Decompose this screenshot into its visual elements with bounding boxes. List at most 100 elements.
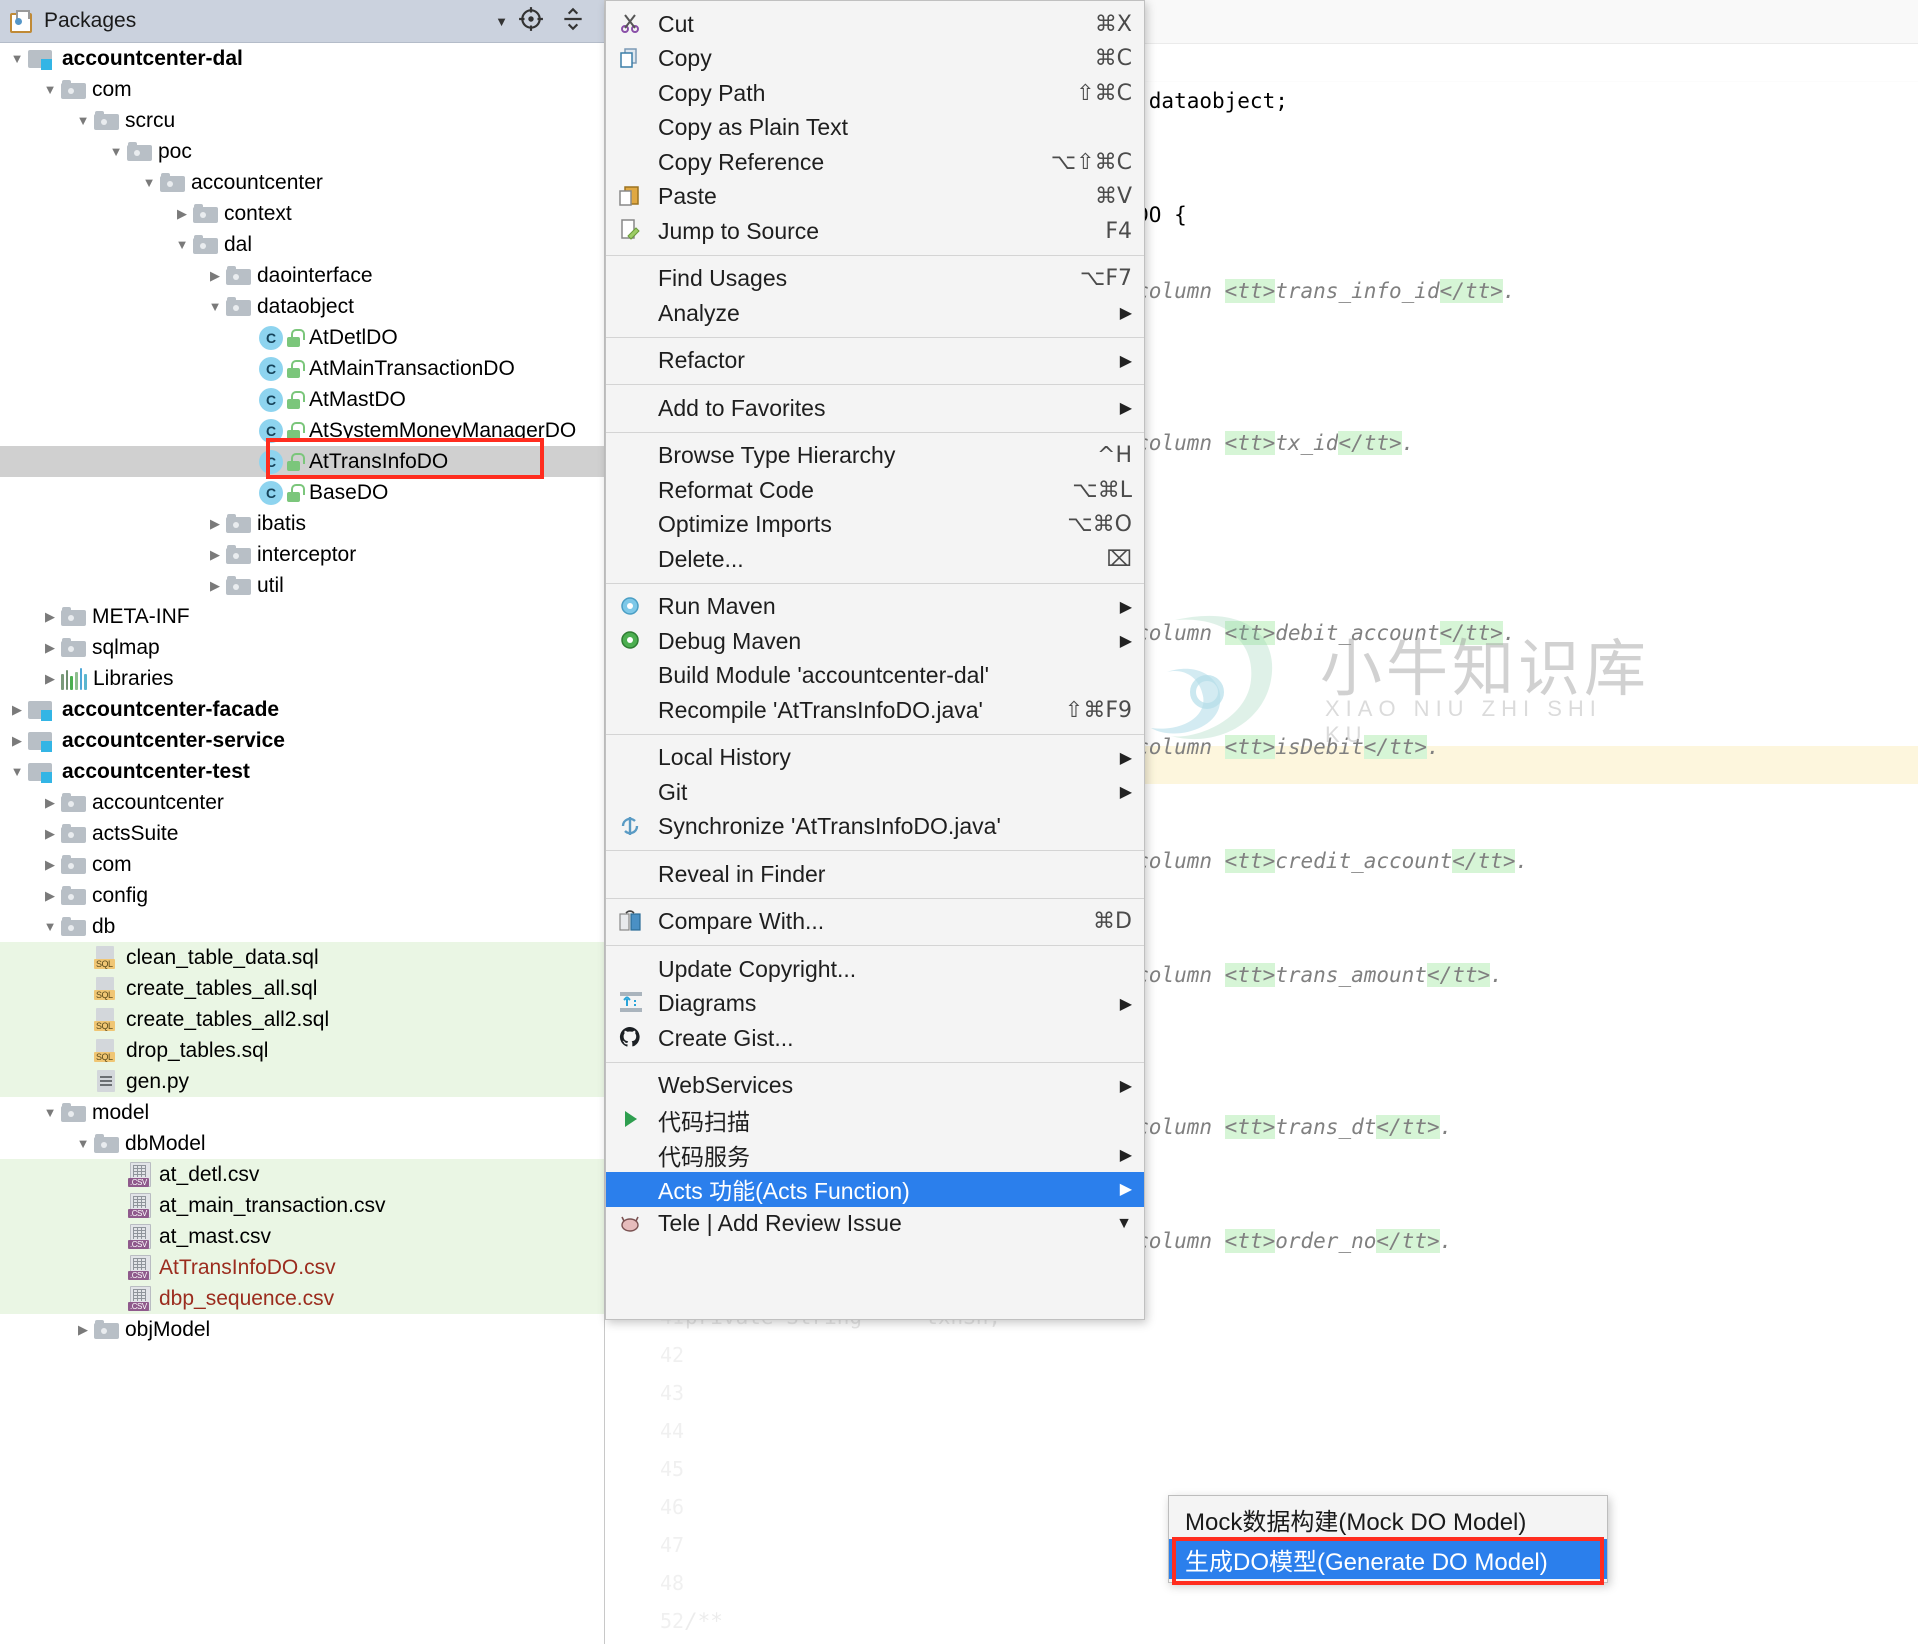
tree-item-accountcenter-dal[interactable]: ▼ accountcenter-dal (0, 43, 604, 74)
tree-item-dbmodel[interactable]: ▼ dbModel (0, 1128, 604, 1159)
menu-item-copy-path[interactable]: Copy Path ⇧⌘C (606, 76, 1144, 111)
chevron-down-icon[interactable]: ▼ (105, 144, 127, 159)
chevron-down-icon[interactable]: ▼ (39, 82, 61, 97)
chevron-right-icon[interactable]: ▶ (39, 857, 61, 873)
menu-item-reveal-in-finder[interactable]: Reveal in Finder (606, 857, 1144, 892)
menu-item-paste[interactable]: Paste ⌘V (606, 180, 1144, 215)
menu-item-recompile-attransinfodo-java[interactable]: Recompile 'AtTransInfoDO.java' ⇧⌘F9 (606, 693, 1144, 728)
tree-item-util[interactable]: ▶ util (0, 570, 604, 601)
tree-item-libraries[interactable]: ▶ Libraries (0, 663, 604, 694)
tree-item-poc[interactable]: ▼ poc (0, 136, 604, 167)
tree-item-interceptor[interactable]: ▶ interceptor (0, 539, 604, 570)
tree-item-accountcenter-service[interactable]: ▶ accountcenter-service (0, 725, 604, 756)
tree-item-atdetldo[interactable]: ▶CAtDetlDO (0, 322, 604, 353)
menu-item-refactor[interactable]: Refactor ▶ (606, 344, 1144, 379)
context-menu[interactable]: Cut ⌘X Copy ⌘C Copy Path ⇧⌘C Copy as Plain Tex… (605, 0, 1145, 1320)
chevron-down-icon[interactable]: ▼ (171, 237, 193, 252)
tree-item-dataobject[interactable]: ▼ dataobject (0, 291, 604, 322)
tree-panel-header[interactable]: Packages ▼ (0, 0, 604, 43)
menu-item-local-history[interactable]: Local History ▶ (606, 741, 1144, 776)
menu-item-cut[interactable]: Cut ⌘X (606, 7, 1144, 42)
chevron-down-icon[interactable]: ▼ (138, 175, 160, 190)
menu-item-webservices[interactable]: WebServices ▶ (606, 1069, 1144, 1104)
chevron-down-icon[interactable]: ▼ (72, 113, 94, 128)
chevron-right-icon[interactable]: ▶ (39, 640, 61, 656)
tree-item-sqlmap[interactable]: ▶ sqlmap (0, 632, 604, 663)
tree-item-daointerface[interactable]: ▶ daointerface (0, 260, 604, 291)
menu-item-[interactable]: 代码服务 ▶ (606, 1138, 1144, 1173)
tree-item-com[interactable]: ▶ com (0, 849, 604, 880)
menu-item-debug-maven[interactable]: Debug Maven ▶ (606, 624, 1144, 659)
tree-item-config[interactable]: ▶ config (0, 880, 604, 911)
menu-item-synchronize-attransinfodo-java[interactable]: Synchronize 'AtTransInfoDO.java' (606, 810, 1144, 845)
tree-item-at-main-transaction-csv[interactable]: ▶.CSVat_main_transaction.csv (0, 1190, 604, 1221)
menu-item-run-maven[interactable]: Run Maven ▶ (606, 590, 1144, 625)
tree-item-clean-table-data-sql[interactable]: ▶SQLclean_table_data.sql (0, 942, 604, 973)
chevron-right-icon[interactable]: ▶ (72, 1322, 94, 1338)
tree-item-ibatis[interactable]: ▶ ibatis (0, 508, 604, 539)
chevron-right-icon[interactable]: ▶ (39, 826, 61, 842)
chevron-right-icon[interactable]: ▶ (171, 206, 193, 222)
tree-item-at-detl-csv[interactable]: ▶.CSVat_detl.csv (0, 1159, 604, 1190)
submenu-item-mock-do-model[interactable]: Mock数据构建(Mock DO Model) (1169, 1499, 1607, 1539)
menu-item-copy[interactable]: Copy ⌘C (606, 42, 1144, 77)
acts-function-submenu[interactable]: Mock数据构建(Mock DO Model) 生成DO模型(Generate … (1168, 1495, 1608, 1583)
chevron-right-icon[interactable]: ▶ (6, 733, 28, 749)
tree-item-accountcenter-test[interactable]: ▼ accountcenter-test (0, 756, 604, 787)
chevron-down-icon[interactable]: ▼ (6, 764, 28, 779)
chevron-down-icon[interactable]: ▼ (204, 299, 226, 314)
tree-item-basedo[interactable]: ▶CBaseDO (0, 477, 604, 508)
menu-item-update-copyright[interactable]: Update Copyright... (606, 952, 1144, 987)
tree-item-context[interactable]: ▶ context (0, 198, 604, 229)
chevron-right-icon[interactable]: ▶ (204, 516, 226, 532)
chevron-right-icon[interactable]: ▶ (39, 888, 61, 904)
crosshair-locate-icon[interactable] (518, 6, 544, 37)
tree-item-gen-py[interactable]: ▶gen.py (0, 1066, 604, 1097)
chevron-right-icon[interactable]: ▶ (204, 578, 226, 594)
menu-item-compare-with[interactable]: Compare With... ⌘D (606, 905, 1144, 940)
tree-item-atmaintransactiondo[interactable]: ▶CAtMainTransactionDO (0, 353, 604, 384)
chevron-down-icon[interactable]: ▼ (39, 919, 61, 934)
tree-item-actssuite[interactable]: ▶ actsSuite (0, 818, 604, 849)
collapse-all-icon[interactable] (560, 6, 586, 37)
chevron-right-icon[interactable]: ▶ (39, 795, 61, 811)
tree-item-create-tables-all-sql[interactable]: ▶SQLcreate_tables_all.sql (0, 973, 604, 1004)
chevron-down-icon[interactable]: ▼ (39, 1105, 61, 1120)
tree-item-attransinfodo-csv[interactable]: ▶.CSVAtTransInfoDO.csv (0, 1252, 604, 1283)
menu-item-acts-acts-function[interactable]: Acts 功能(Acts Function) ▶ (606, 1172, 1144, 1207)
menu-item-optimize-imports[interactable]: Optimize Imports ⌥⌘O (606, 508, 1144, 543)
tree-item-dal[interactable]: ▼ dal (0, 229, 604, 260)
menu-item-find-usages[interactable]: Find Usages ⌥F7 (606, 262, 1144, 297)
tree-item-drop-tables-sql[interactable]: ▶SQLdrop_tables.sql (0, 1035, 604, 1066)
project-tree-panel[interactable]: Packages ▼ ▼ accountcenter-dal ▼ com ▼ scrcu ▼… (0, 0, 605, 1644)
tree-item-accountcenter[interactable]: ▶ accountcenter (0, 787, 604, 818)
tree-body[interactable]: ▼ accountcenter-dal ▼ com ▼ scrcu ▼ poc ▼ account… (0, 43, 604, 1345)
menu-item-reformat-code[interactable]: Reformat Code ⌥⌘L (606, 473, 1144, 508)
tree-item-dbp-sequence-csv[interactable]: ▶.CSVdbp_sequence.csv (0, 1283, 604, 1314)
menu-item-tele-add-review-issue[interactable]: Tele | Add Review Issue ▼ (606, 1207, 1144, 1242)
menu-item-add-to-favorites[interactable]: Add to Favorites ▶ (606, 391, 1144, 426)
menu-item-git[interactable]: Git ▶ (606, 775, 1144, 810)
tree-item-at-mast-csv[interactable]: ▶.CSVat_mast.csv (0, 1221, 604, 1252)
chevron-down-icon[interactable]: ▼ (495, 14, 508, 29)
tree-item-atmastdo[interactable]: ▶CAtMastDO (0, 384, 604, 415)
menu-item-analyze[interactable]: Analyze ▶ (606, 296, 1144, 331)
menu-item-jump-to-source[interactable]: Jump to Source F4 (606, 214, 1144, 249)
chevron-right-icon[interactable]: ▶ (204, 268, 226, 284)
menu-item-copy-as-plain-text[interactable]: Copy as Plain Text (606, 111, 1144, 146)
tree-item-atsystemmoneymanagerdo[interactable]: ▶CAtSystemMoneyManagerDO (0, 415, 604, 446)
menu-item-build-module-accountcenter-dal[interactable]: Build Module 'accountcenter-dal' (606, 659, 1144, 694)
menu-item-delete[interactable]: Delete... ⌧ (606, 542, 1144, 577)
tree-item-scrcu[interactable]: ▼ scrcu (0, 105, 604, 136)
tree-item-objmodel[interactable]: ▶ objModel (0, 1314, 604, 1345)
tree-item-meta-inf[interactable]: ▶ META-INF (0, 601, 604, 632)
tree-item-com[interactable]: ▼ com (0, 74, 604, 105)
tree-item-attransinfodo[interactable]: ▶CAtTransInfoDO (0, 446, 604, 477)
menu-item-[interactable]: 代码扫描 (606, 1103, 1144, 1138)
chevron-right-icon[interactable]: ▶ (39, 671, 61, 687)
tree-item-model[interactable]: ▼ model (0, 1097, 604, 1128)
menu-item-diagrams[interactable]: Diagrams ▶ (606, 987, 1144, 1022)
chevron-down-icon[interactable]: ▼ (72, 1136, 94, 1151)
tree-item-create-tables-all2-sql[interactable]: ▶SQLcreate_tables_all2.sql (0, 1004, 604, 1035)
menu-item-copy-reference[interactable]: Copy Reference ⌥⇧⌘C (606, 145, 1144, 180)
